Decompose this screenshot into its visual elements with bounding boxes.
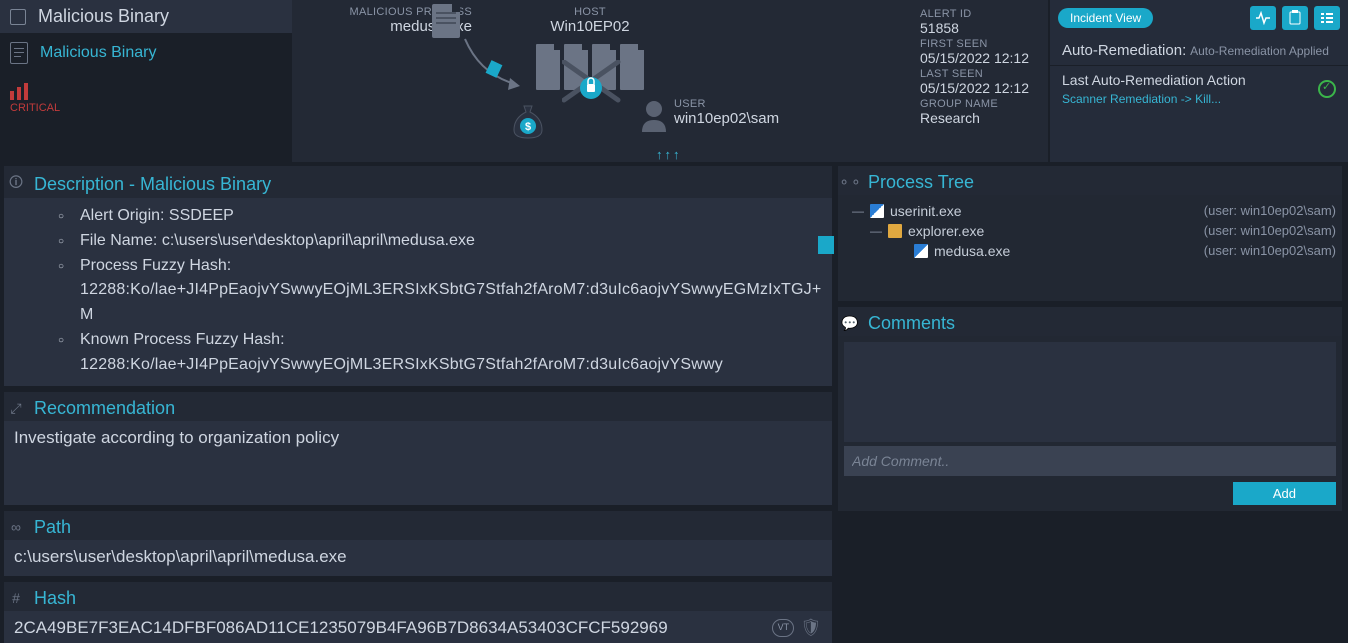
description-panel: 🛈 Description - Malicious Binary Alert O… — [4, 166, 832, 386]
clipboard-icon[interactable] — [1282, 6, 1308, 30]
hash-panel: # Hash 2CA49BE7F3EAC14DFBF086AD11CE12350… — [4, 582, 832, 643]
auto-remediation-value: Auto-Remediation Applied — [1190, 44, 1329, 58]
recommendation-panel: ⤢ Recommendation Investigate according t… — [4, 392, 832, 505]
last-seen-value: 05/15/2022 12:12 — [920, 80, 1040, 96]
path-value: c:\users\user\desktop\april\april\medusa… — [4, 540, 832, 576]
incident-view-button[interactable]: Incident View — [1058, 8, 1153, 28]
collapse-toggle[interactable]: — — [852, 204, 864, 218]
link-icon: ∞ — [6, 519, 26, 535]
collapse-arrows-icon[interactable]: ↑↑↑ — [656, 147, 682, 162]
shield-icon[interactable]: 🛡 — [800, 615, 822, 641]
arrow-icon — [460, 34, 530, 94]
comments-panel: 💬 Comments Add — [838, 307, 1342, 511]
tree-row[interactable]: —userinit.exe (user: win10ep02\sam) — [844, 201, 1336, 221]
user-icon — [638, 98, 670, 134]
path-panel: ∞ Path c:\users\user\desktop\april\april… — [4, 511, 832, 576]
process-icon — [870, 204, 884, 218]
severity-badge: CRITICAL — [0, 80, 292, 122]
tree-row[interactable]: —explorer.exe (user: win10ep02\sam) — [844, 221, 1336, 241]
activity-icon[interactable] — [1250, 6, 1276, 30]
user-label: USER — [674, 98, 779, 110]
hash-value: 2CA49BE7F3EAC14DFBF086AD11CE1235079B4FA9… — [14, 615, 668, 641]
comment-input[interactable] — [844, 446, 1336, 476]
file-icon — [432, 4, 460, 38]
process-tree-panel: ⚬⚬ Process Tree —userinit.exe (user: win… — [838, 166, 1342, 301]
comments-list — [844, 342, 1336, 442]
host-value: Win10EP02 — [530, 18, 650, 35]
tree-icon: ⚬⚬ — [840, 174, 860, 191]
page-title: Malicious Binary — [38, 6, 169, 27]
signal-bars-icon — [10, 80, 282, 100]
alert-meta: ALERT ID 51858 FIRST SEEN 05/15/2022 12:… — [912, 0, 1048, 162]
hash-icon: # — [6, 590, 26, 606]
virustotal-badge[interactable]: VT — [772, 619, 794, 637]
attack-diagram: MALICIOUS PROCESS medusa.exe HOST Win10E… — [292, 0, 912, 162]
chain-lock-icon — [562, 60, 622, 110]
document-icon — [10, 42, 28, 64]
user-value: win10ep02\sam — [674, 110, 779, 127]
comment-icon: 💬 — [840, 315, 860, 332]
add-comment-button[interactable]: Add — [1233, 482, 1336, 505]
first-seen-value: 05/15/2022 12:12 — [920, 50, 1040, 66]
last-action-label: Last Auto-Remediation Action — [1062, 72, 1246, 88]
expand-icon[interactable]: ⤢ — [6, 400, 26, 417]
last-action-link[interactable]: Scanner Remediation -> Kill... — [1062, 92, 1246, 106]
host-label: HOST — [530, 6, 650, 18]
alert-id-value: 51858 — [920, 20, 1040, 36]
money-bag-icon: $ — [510, 100, 546, 140]
collapse-toggle[interactable]: — — [870, 224, 882, 238]
tree-row[interactable]: —medusa.exe (user: win10ep02\sam) — [844, 241, 1336, 261]
info-icon: 🛈 — [6, 172, 26, 196]
alert-type-link[interactable]: Malicious Binary — [40, 44, 156, 62]
group-value: Research — [920, 110, 1040, 126]
list-icon[interactable] — [1314, 6, 1340, 30]
auto-remediation-label: Auto-Remediation: — [1062, 42, 1186, 59]
success-check-icon — [1318, 80, 1336, 98]
process-icon — [888, 224, 902, 238]
select-checkbox[interactable] — [10, 9, 26, 25]
svg-text:$: $ — [525, 121, 531, 133]
process-icon — [914, 244, 928, 258]
